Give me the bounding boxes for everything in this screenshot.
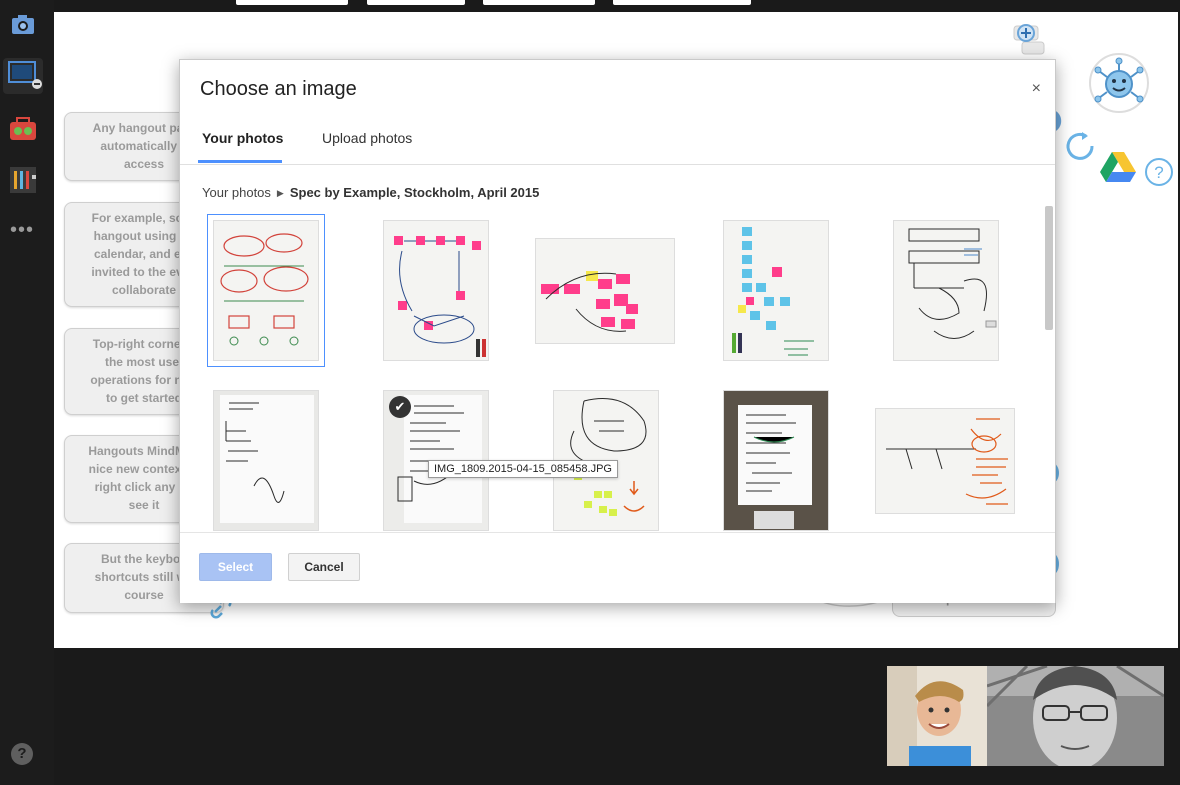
refresh-icon[interactable] — [1064, 128, 1100, 169]
scrollbar-thumb[interactable] — [1045, 206, 1053, 330]
drive-icon[interactable] — [1100, 150, 1136, 187]
check-icon: ✔ — [389, 396, 411, 418]
photo-thumbnail[interactable] — [723, 390, 829, 531]
toolbar-button[interactable] — [367, 0, 465, 5]
svg-text:?: ? — [1154, 163, 1163, 182]
left-sidebar: ••• ? — [0, 0, 54, 785]
toolbar-button[interactable] — [613, 0, 751, 5]
photo-thumbnail[interactable] — [535, 238, 675, 344]
photo-thumbnail[interactable] — [723, 220, 829, 361]
choose-image-dialog: Choose an image × Your photos Upload pho… — [179, 59, 1056, 603]
toolbar-button[interactable] — [483, 0, 595, 5]
select-button[interactable]: Select — [199, 553, 272, 581]
breadcrumb: Your photos ▶ Spec by Example, Stockholm, … — [202, 185, 539, 200]
breadcrumb-current: Spec by Example, Stockholm, April 2015 — [289, 185, 540, 200]
avatar-icon[interactable] — [1088, 52, 1150, 119]
photo-filename-tooltip: IMG_1809.2015-04-15_085458.JPG — [428, 460, 618, 478]
top-toolbar — [54, 0, 1180, 12]
photo-thumbnail[interactable] — [213, 390, 319, 531]
dialog-footer: Select Cancel — [180, 532, 1055, 603]
photo-thumbnail[interactable] — [893, 220, 999, 361]
question-icon[interactable]: ? — [1143, 156, 1175, 193]
toolbar-button[interactable] — [236, 0, 348, 5]
breadcrumb-root[interactable]: Your photos — [202, 185, 271, 200]
camera-icon[interactable] — [8, 10, 38, 40]
close-icon[interactable]: × — [1032, 80, 1041, 98]
participant-man-video[interactable] — [987, 666, 1164, 766]
chevron-right-icon: ▶ — [276, 188, 284, 198]
photo-thumbnail[interactable] — [875, 408, 1015, 514]
active-tab-indicator — [198, 160, 282, 163]
dialog-tabs: Your photos Upload photos — [180, 118, 1055, 165]
help-icon[interactable]: ? — [11, 743, 33, 765]
photo-thumbnail[interactable] — [207, 214, 325, 367]
toolbox-icon[interactable] — [8, 114, 38, 144]
tab-your-photos[interactable]: Your photos — [202, 130, 283, 146]
tab-upload-photos[interactable]: Upload photos — [322, 130, 412, 146]
mixer-icon[interactable] — [8, 165, 38, 195]
more-icon[interactable]: ••• — [10, 220, 34, 240]
photo-grid: ✔ — [180, 205, 1055, 532]
participant-boy-video[interactable] — [887, 666, 987, 766]
cancel-button[interactable]: Cancel — [288, 553, 360, 581]
photo-thumbnail[interactable] — [383, 220, 489, 361]
screenshare-icon[interactable] — [3, 58, 43, 94]
dialog-title: Choose an image — [200, 78, 357, 100]
zoom-in-icon[interactable] — [1008, 22, 1046, 63]
